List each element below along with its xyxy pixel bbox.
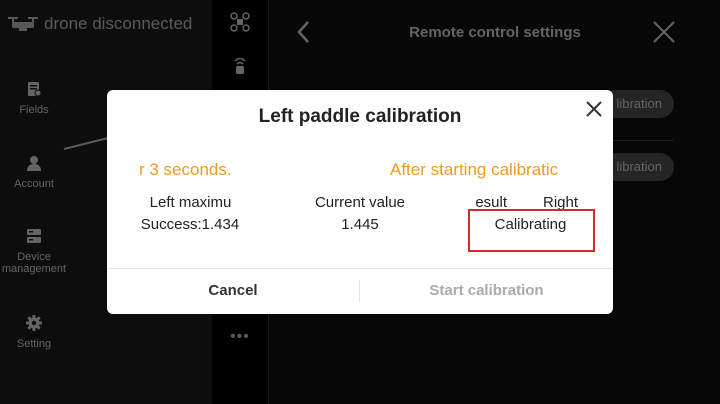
current-value-value: 1.445 [341,216,379,233]
calibration-dialog: Left paddle calibration r 3 seconds. Aft… [107,90,613,314]
close-icon[interactable] [585,100,603,118]
current-value-label: Current value [314,194,406,211]
left-maximum-value: Success:1.434 [140,216,240,233]
start-calibration-button[interactable]: Start calibration [360,282,613,299]
highlight-box [468,209,595,252]
dialog-title: Left paddle calibration [258,106,462,127]
cancel-button[interactable]: Cancel [107,282,359,299]
instruction-text-right: After starting calibratic [390,160,559,179]
left-maximum-label: Left maximu [149,194,232,211]
instruction-text-left: r 3 seconds. [139,160,232,179]
divider [107,268,613,269]
